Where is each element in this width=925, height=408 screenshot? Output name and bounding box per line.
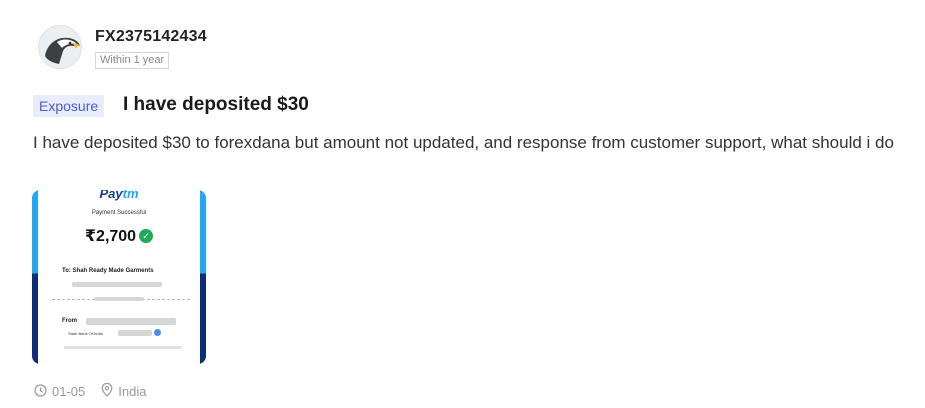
receipt-to-line: To: Shah Ready Made Garments	[62, 268, 154, 274]
paytm-logo: Paytm	[99, 190, 139, 201]
blurred-detail	[72, 282, 162, 287]
payment-status: Payment Successful	[91, 210, 147, 216]
exposure-tag[interactable]: Exposure	[33, 95, 105, 117]
username[interactable]: FX2375142434	[95, 28, 207, 46]
payment-receipt-image[interactable]: Paytm Payment Successful ₹2,700 ✓ To: Sha…	[32, 190, 206, 364]
time-badge: Within 1 year	[95, 52, 170, 69]
post-title[interactable]: I have deposited $30	[123, 94, 309, 116]
blurred-detail	[64, 346, 182, 349]
eagle-avatar-icon	[39, 26, 81, 68]
check-badge-icon: ✓	[139, 229, 154, 243]
clock-icon	[34, 383, 47, 400]
post-date: 01-05	[52, 384, 86, 399]
receipt-from-label: From	[62, 318, 77, 324]
blurred-detail	[86, 318, 176, 325]
location-pin-icon	[101, 382, 113, 400]
blurred-detail	[94, 297, 144, 301]
amount-value: ₹2,700	[84, 228, 137, 245]
bank-logo-icon	[154, 329, 161, 336]
user-avatar[interactable]	[38, 25, 82, 69]
blurred-detail	[118, 330, 152, 336]
payment-amount: ₹2,700 ✓	[38, 226, 200, 246]
post-meta: 01-05 India	[34, 382, 146, 400]
receipt-card: Paytm Payment Successful ₹2,700 ✓ To: Sha…	[38, 190, 200, 364]
post-content: I have deposited $30 to forexdana but am…	[33, 133, 894, 152]
post-location[interactable]: India	[118, 384, 146, 399]
receipt-bank: State Bank Of India	[68, 331, 103, 336]
